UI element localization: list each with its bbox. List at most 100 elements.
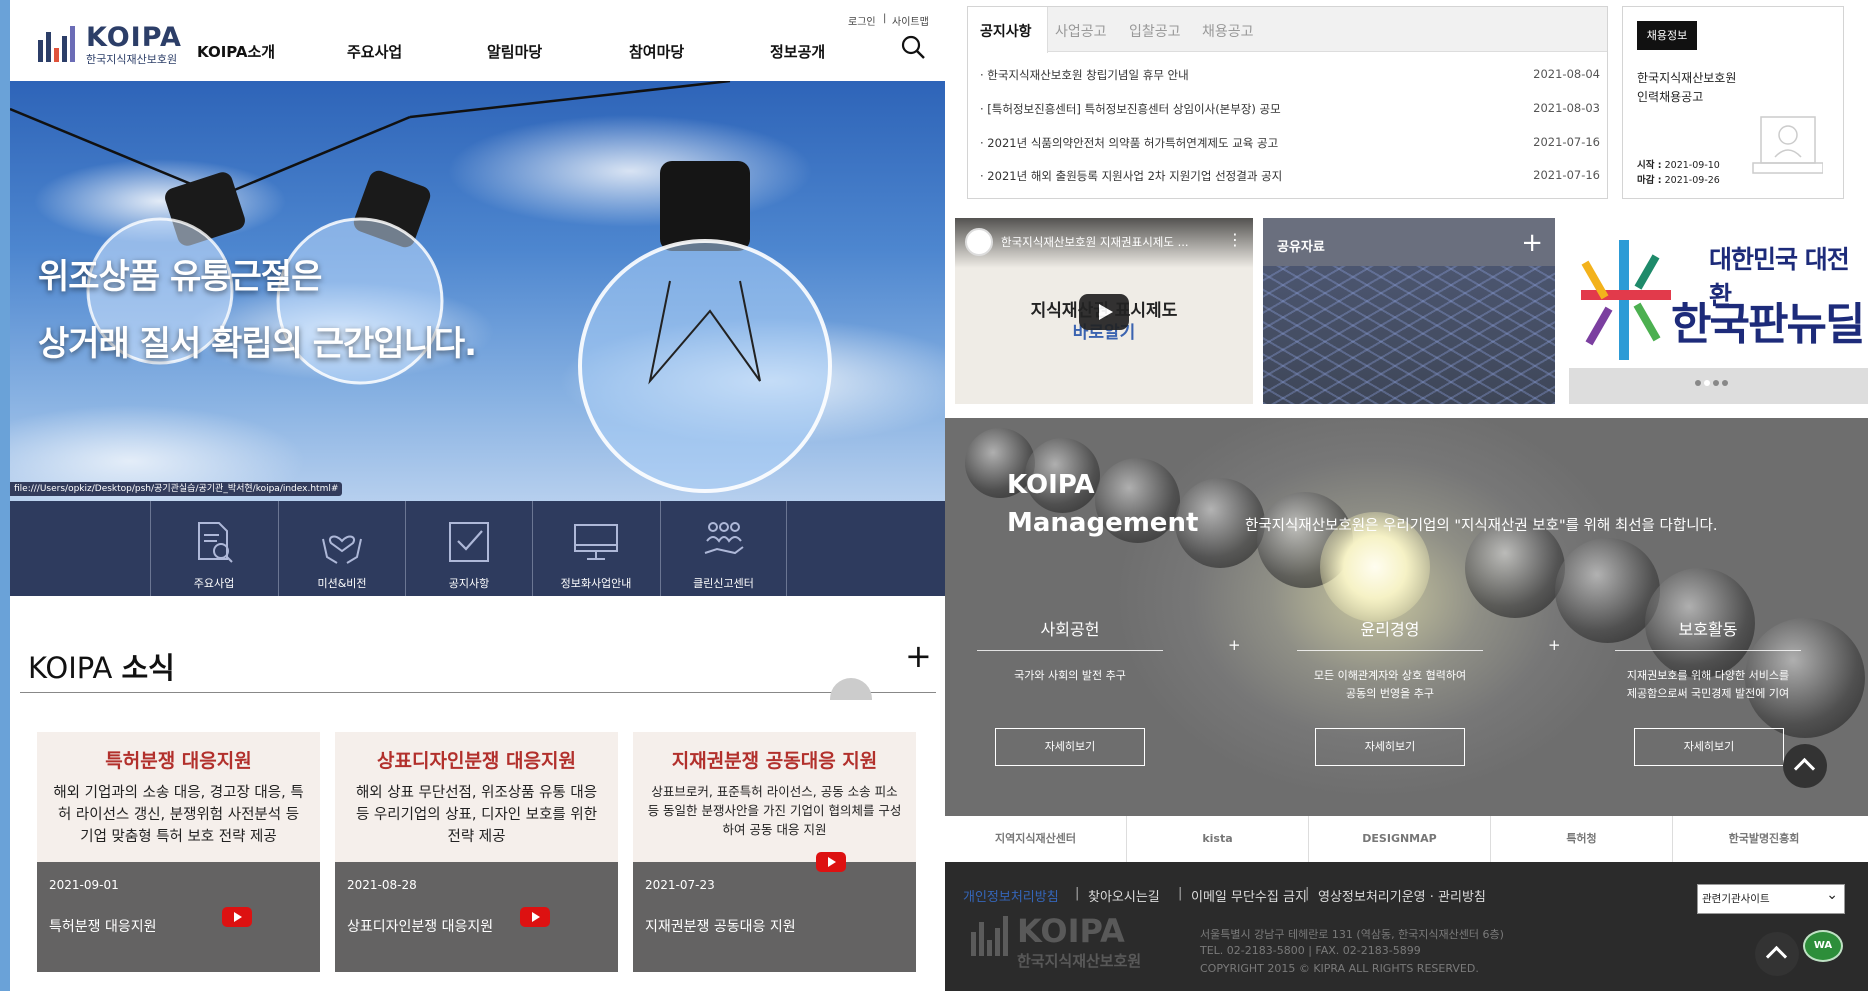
- footer-logo-bars-icon: [971, 916, 1011, 956]
- notice-row[interactable]: · [특허정보진흥센터] 특허정보진흥센터 상임이사(본부장) 공모 2021-…: [980, 101, 1600, 121]
- card-date: 2021-09-01: [49, 878, 119, 892]
- news-divider: [20, 692, 936, 693]
- video-title[interactable]: 한국지식재산보호원 지재권표시제도 ...: [1001, 234, 1221, 250]
- mgmt-text: 모든 이해관계자와 상호 협력하여 공동의 번영을 추구: [1297, 667, 1483, 703]
- news-card-2[interactable]: 상표디자인분쟁 대응지원 해외 상표 무단선점, 위조상품 유통 대응 등 우리…: [335, 732, 618, 972]
- news-section-title: KOIPA 소식: [28, 645, 175, 687]
- share-more-button[interactable]: +: [1521, 228, 1543, 258]
- news-card-1[interactable]: 특허분쟁 대응지원 해외 기업과의 소송 대응, 경고장 대응, 특허 라이선스…: [37, 732, 320, 972]
- management-title-1: KOIPA: [1007, 470, 1095, 500]
- nav-notice[interactable]: 알림마당: [487, 41, 542, 62]
- privacy-link[interactable]: 개인정보처리방침: [963, 886, 1059, 905]
- new-deal-banner[interactable]: 대한민국 대전환 한국판뉴딜: [1569, 218, 1868, 404]
- quick-notice-label: 공지사항: [448, 577, 490, 590]
- login-link[interactable]: 로그인: [848, 13, 876, 28]
- share-materials[interactable]: 공유자료 +: [1263, 218, 1555, 404]
- pagination-dot-active[interactable]: [1704, 380, 1710, 386]
- mgmt-text-2: 공동의 번영을 추구: [1346, 687, 1434, 700]
- hero-slider: 위조상품 유통근절은 상거래 질서 확립의 근간입니다. file:///Use…: [10, 81, 945, 501]
- pagination-dot[interactable]: [1713, 380, 1719, 386]
- partner-logo[interactable]: kista: [1127, 816, 1309, 862]
- nav-info[interactable]: 정보공개: [770, 41, 825, 62]
- mgmt-divider: [977, 650, 1163, 651]
- partner-logo[interactable]: 한국발명진흥회: [1673, 816, 1855, 862]
- related-sites-select[interactable]: 관련기관사이트: [1697, 881, 1845, 914]
- mgmt-divider: [1615, 650, 1801, 651]
- card-heading: 특허분쟁 대응지원: [105, 750, 252, 772]
- quick-mission[interactable]: 미션&비전: [278, 501, 405, 596]
- youtube-icon[interactable]: [816, 852, 846, 872]
- right-page: 공지사항 사업공고 입찰공고 채용공고 · 한국지식재산보호원 창립기념일 휴무…: [945, 0, 1868, 991]
- partner-logo[interactable]: DESIGNMAP: [1309, 816, 1491, 862]
- card-name: 특허분쟁 대응지원: [49, 919, 157, 935]
- quick-business[interactable]: 주요사업: [150, 501, 277, 596]
- nav-koipa[interactable]: KOIPA소개: [197, 41, 275, 62]
- mgmt-text-2: 제공함으로써 국민경제 발전에 기여: [1626, 687, 1790, 700]
- footer-address: 서울특별시 강남구 테헤란로 131 (역삼동, 한국지식재산센터 6층): [1200, 928, 1504, 941]
- recruit-end-label: 마감 :: [1637, 175, 1662, 186]
- sitemap-link[interactable]: 사이트맵: [892, 13, 929, 28]
- left-page: KOIPA 한국지식재산보호원 KOIPA소개 주요사업 알림마당 참여마당 정…: [10, 0, 945, 991]
- logo-title[interactable]: KOIPA: [86, 22, 182, 53]
- footer-scroll-top-button[interactable]: [1755, 932, 1799, 976]
- social-detail-button[interactable]: 자세히보기: [995, 728, 1145, 766]
- notice-tabs: 공지사항 사업공고 입찰공고 채용공고: [968, 7, 1607, 53]
- notice-row[interactable]: · 2021년 식품의약안전처 의약품 허가특허연계제도 교육 공고 2021-…: [980, 135, 1600, 155]
- youtube-icon[interactable]: [222, 907, 252, 927]
- nav-business[interactable]: 주요사업: [347, 41, 402, 62]
- scroll-top-button[interactable]: [1783, 744, 1827, 788]
- logo-bars-icon[interactable]: [38, 26, 82, 62]
- youtube-video[interactable]: 한국지식재산보호원 지재권표시제도 ... ⋮ 지식재산권 표시제도 바로알기: [955, 218, 1253, 404]
- notice-row[interactable]: · 한국지식재산보호원 창립기념일 휴무 안내 2021-08-04: [980, 67, 1600, 87]
- tab-notice[interactable]: 공지사항: [980, 21, 1032, 41]
- logo-subtitle[interactable]: 한국지식재산보호원: [86, 51, 177, 67]
- nav-participate[interactable]: 참여마당: [629, 41, 684, 62]
- search-icon[interactable]: [900, 34, 926, 60]
- more-vert-icon[interactable]: ⋮: [1227, 230, 1243, 249]
- protection-detail-button[interactable]: 자세히보기: [1634, 728, 1784, 766]
- partner-logo[interactable]: 특허청: [1491, 816, 1673, 862]
- news-more-button[interactable]: +: [905, 640, 932, 672]
- quick-it-project[interactable]: 정보화사업안내: [532, 501, 659, 596]
- recruit-box[interactable]: 채용정보 한국지식재산보호원 인력채용공고 시작 : 2021-09-10 마감…: [1622, 6, 1844, 199]
- news-card-3[interactable]: 지재권분쟁 공동대응 지원 상표브로커, 표준특허 라이선스, 공동 소송 피소…: [633, 732, 916, 972]
- plus-icon: +: [1228, 636, 1241, 654]
- quick-business-label: 주요사업: [193, 577, 235, 590]
- quick-clean-report[interactable]: 클린신고센터: [660, 501, 787, 596]
- new-deal-logo-icon: [1581, 240, 1671, 360]
- quick-notice[interactable]: 공지사항: [405, 501, 532, 596]
- tab-business[interactable]: 사업공고: [1055, 21, 1107, 41]
- notice-date: 2021-07-16: [1533, 168, 1600, 182]
- card-body: 해외 기업과의 소송 대응, 경고장 대응, 특허 라이선스 갱신, 분쟁위험 …: [53, 785, 304, 845]
- pagination-dot[interactable]: [1695, 380, 1701, 386]
- play-button-icon[interactable]: [1079, 294, 1129, 330]
- channel-avatar[interactable]: [965, 228, 993, 256]
- notice-date: 2021-08-03: [1533, 101, 1600, 115]
- web-accessibility-badge[interactable]: WA: [1803, 930, 1843, 962]
- footer-copyright: COPYRIGHT 2015 © KIPRA ALL RIGHTS RESERV…: [1200, 962, 1479, 975]
- tab-bid[interactable]: 입찰공고: [1129, 21, 1181, 41]
- notice-row[interactable]: · 2021년 해외 출원등록 지원사업 2차 지원기업 선정결과 공지 202…: [980, 168, 1600, 188]
- banner-line-2: 한국판뉴딜: [1671, 299, 1865, 350]
- notice-title: · [특허정보진흥센터] 특허정보진흥센터 상임이사(본부장) 공모: [980, 102, 1281, 116]
- checkbox-icon: [449, 522, 489, 562]
- recruit-badge: 채용정보: [1637, 21, 1697, 50]
- scroll-indicator[interactable]: [830, 678, 872, 700]
- email-policy-link[interactable]: 이메일 무단수집 금지: [1191, 886, 1307, 905]
- footer-logo-title: KOIPA: [1017, 912, 1125, 950]
- card-name: 지재권분쟁 공동대응 지원: [645, 919, 796, 935]
- youtube-icon[interactable]: [520, 907, 550, 927]
- partner-logo[interactable]: 지역지식재산센터: [945, 816, 1127, 862]
- cctv-policy-link[interactable]: 영상정보처리기운영 · 관리방침: [1318, 886, 1486, 905]
- tab-recruit[interactable]: 채용공고: [1202, 21, 1254, 41]
- partner-logos: 지역지식재산센터 kista DESIGNMAP 특허청 한국발명진흥회: [945, 816, 1868, 862]
- mgmt-heading: 윤리경영: [1360, 620, 1420, 639]
- share-title: 공유자료: [1277, 240, 1325, 255]
- footer-contact: TEL. 02-2183-5800 | FAX. 02-2183-5899: [1200, 944, 1421, 957]
- directions-link[interactable]: 찾아오시는길: [1088, 886, 1160, 905]
- card-body: 상표브로커, 표준특허 라이선스, 공동 소송 피소 등 동일한 분쟁사안을 가…: [647, 784, 902, 837]
- mgmt-heading: 사회공헌: [1040, 620, 1100, 639]
- ethics-detail-button[interactable]: 자세히보기: [1315, 728, 1465, 766]
- pagination-dot[interactable]: [1722, 380, 1728, 386]
- recruit-title-2: 인력채용공고: [1637, 90, 1704, 104]
